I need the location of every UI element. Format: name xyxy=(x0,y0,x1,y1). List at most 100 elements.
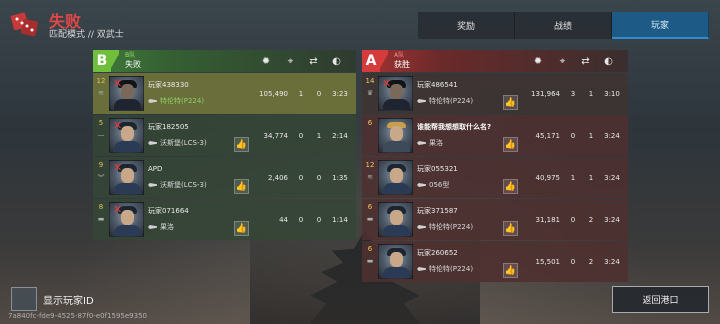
player-level: 6 xyxy=(367,245,373,253)
time-value: 2:14 xyxy=(332,131,348,140)
time-value: 1:35 xyxy=(332,173,348,182)
team-a-column-icons: ✹ ⌖ ⇄ ◐ xyxy=(525,50,620,72)
like-thumb-icon[interactable]: 👍 xyxy=(503,221,518,236)
kills-value: 0 xyxy=(570,131,576,140)
player-row[interactable]: 5 — ✕ 玩家182505 沃斯堡(LCS-3) 👍 34,774 0 1 2:… xyxy=(93,115,356,156)
avatar: ✕ xyxy=(109,76,144,111)
damage-value: 34,774 xyxy=(263,131,289,140)
kills-value: 3 xyxy=(570,89,576,98)
like-thumb-icon[interactable]: 👍 xyxy=(503,179,518,194)
player-row[interactable]: 6 谁能帮我想想取什么名? 果洛 👍 45,171 0 1 3:24 xyxy=(362,115,628,156)
player-row[interactable]: 6 ▬ 玩家371587 特伦特(P224) 👍 31,181 0 2 3:24 xyxy=(362,199,628,240)
team-b-panel: B B队 失败 ✹ ⌖ ⇄ ◐ 12 ≋ ✕ 玩家438330 特伦特(P224)… xyxy=(93,50,356,240)
team-b-result: 失败 xyxy=(125,60,141,69)
kills-value: 0 xyxy=(570,257,576,266)
build-id: 7a840fc-fde9-4525-87f0-e0f1595e9350 xyxy=(8,312,147,320)
ship-name: 沃斯堡(LCS-3) xyxy=(160,181,207,189)
like-thumb-icon[interactable]: 👍 xyxy=(234,137,249,152)
player-name: 玩家260652 xyxy=(417,249,458,258)
team-a-panel: A A队 获胜 ✹ ⌖ ⇄ ◐ 14 ♛ ✕ 玩家486541 特伦特(P224)… xyxy=(362,50,628,282)
player-row[interactable]: 12 ≋ ✕ 玩家438330 特伦特(P224) 105,490 1 0 3:2… xyxy=(93,73,356,114)
player-name: 玩家182505 xyxy=(148,123,189,132)
ship-name: 果洛 xyxy=(429,139,443,147)
team-a-result: 获胜 xyxy=(394,60,410,69)
ship-icon xyxy=(148,225,157,229)
ship-icon xyxy=(417,183,426,187)
rank-chevron-icon: ▬ xyxy=(366,257,374,265)
like-thumb-icon[interactable]: 👍 xyxy=(503,95,518,110)
avatar xyxy=(378,118,413,153)
show-id-label: 显示玩家ID xyxy=(43,295,94,307)
like-thumb-icon[interactable]: 👍 xyxy=(503,137,518,152)
ship-name: 特伦特(P224) xyxy=(160,97,205,105)
damage-value: 40,975 xyxy=(535,173,561,182)
player-name: 玩家371587 xyxy=(417,207,458,216)
ship-name: 056型 xyxy=(429,181,450,189)
defeat-dice-icon xyxy=(9,9,41,39)
team-b-stripe xyxy=(111,50,119,72)
assists-value: 1 xyxy=(588,89,594,98)
like-thumb-icon[interactable]: 👍 xyxy=(234,179,249,194)
player-level: 12 xyxy=(96,77,106,85)
assists-value: 0 xyxy=(316,89,322,98)
damage-value: 105,490 xyxy=(259,89,288,98)
rank-chevron-icon: ▬ xyxy=(97,215,105,223)
tab-players[interactable]: 玩家 xyxy=(612,12,709,39)
rank-chevron-icon: ▬ xyxy=(366,215,374,223)
battle-result-screen: 失败 匹配模式 // 双武士 奖励 战绩 玩家 B B队 失败 ✹ ⌖ ⇄ ◐ … xyxy=(0,0,720,324)
player-row[interactable]: 14 ♛ ✕ 玩家486541 特伦特(P224) 👍 131,964 3 1 3… xyxy=(362,73,628,114)
player-level: 6 xyxy=(367,119,373,127)
team-b-letter: B xyxy=(93,50,111,72)
assists-value: 1 xyxy=(316,131,322,140)
player-level: 5 xyxy=(98,119,104,127)
player-level: 6 xyxy=(367,203,373,211)
destroyed-icon: ✕ xyxy=(113,161,123,174)
avatar: ✕ xyxy=(109,202,144,237)
team-a-letter: A xyxy=(362,50,380,72)
assists-value: 2 xyxy=(588,257,594,266)
kills-value: 1 xyxy=(298,89,304,98)
time-value: 3:23 xyxy=(332,89,348,98)
show-id-checkbox[interactable] xyxy=(11,287,37,311)
player-row[interactable]: 6 ▬ 玩家260652 特伦特(P224) 👍 15,501 0 2 3:24 xyxy=(362,241,628,282)
rank-chevron-icon: — xyxy=(97,131,105,139)
time-value: 3:24 xyxy=(604,215,620,224)
survival-time-icon: ◐ xyxy=(604,55,613,67)
kills-crosshair-icon: ⌖ xyxy=(287,55,294,67)
player-row[interactable]: 8 ▬ ✕ 玩家071664 果洛 👍 44 0 0 1:14 xyxy=(93,199,356,240)
assists-value: 0 xyxy=(316,173,322,182)
ship-icon xyxy=(148,183,157,187)
assists-handshake-icon: ⇄ xyxy=(581,55,590,67)
avatar xyxy=(378,160,413,195)
ship-icon xyxy=(417,225,426,229)
return-to-port-button[interactable]: 返回港口 xyxy=(612,286,709,313)
rank-chevron-icon: ︾ xyxy=(97,174,105,182)
team-b-tag: B队 xyxy=(125,52,136,59)
avatar xyxy=(378,244,413,279)
ship-icon xyxy=(417,99,426,103)
destroyed-icon: ✕ xyxy=(113,119,123,132)
survival-time-icon: ◐ xyxy=(332,55,341,67)
ship-name: 沃斯堡(LCS-3) xyxy=(160,139,207,147)
time-value: 3:24 xyxy=(604,131,620,140)
ship-name: 特伦特(P224) xyxy=(429,265,474,273)
tab-record[interactable]: 战绩 xyxy=(515,12,612,39)
time-value: 1:14 xyxy=(332,215,348,224)
player-level: 14 xyxy=(365,77,375,85)
ship-icon xyxy=(417,141,426,145)
match-mode-subtitle: 匹配模式 // 双武士 xyxy=(49,30,124,40)
damage-value: 15,501 xyxy=(535,257,561,266)
avatar: ✕ xyxy=(378,76,413,111)
damage-value: 45,171 xyxy=(535,131,561,140)
like-thumb-icon[interactable]: 👍 xyxy=(234,221,249,236)
damage-value: 131,964 xyxy=(531,89,560,98)
show-player-id-toggle[interactable]: 显示玩家ID xyxy=(11,287,94,311)
tab-rewards[interactable]: 奖励 xyxy=(418,12,515,39)
team-a-header: A A队 获胜 ✹ ⌖ ⇄ ◐ xyxy=(362,50,628,72)
ship-name: 果洛 xyxy=(160,223,174,231)
assists-value: 1 xyxy=(588,131,594,140)
team-b-column-icons: ✹ ⌖ ⇄ ◐ xyxy=(253,50,348,72)
like-thumb-icon[interactable]: 👍 xyxy=(503,263,518,278)
player-row[interactable]: 12 ≋ 玩家055321 056型 👍 40,975 1 1 3:24 xyxy=(362,157,628,198)
player-row[interactable]: 9 ︾ ✕ APD 沃斯堡(LCS-3) 👍 2,406 0 0 1:35 xyxy=(93,157,356,198)
